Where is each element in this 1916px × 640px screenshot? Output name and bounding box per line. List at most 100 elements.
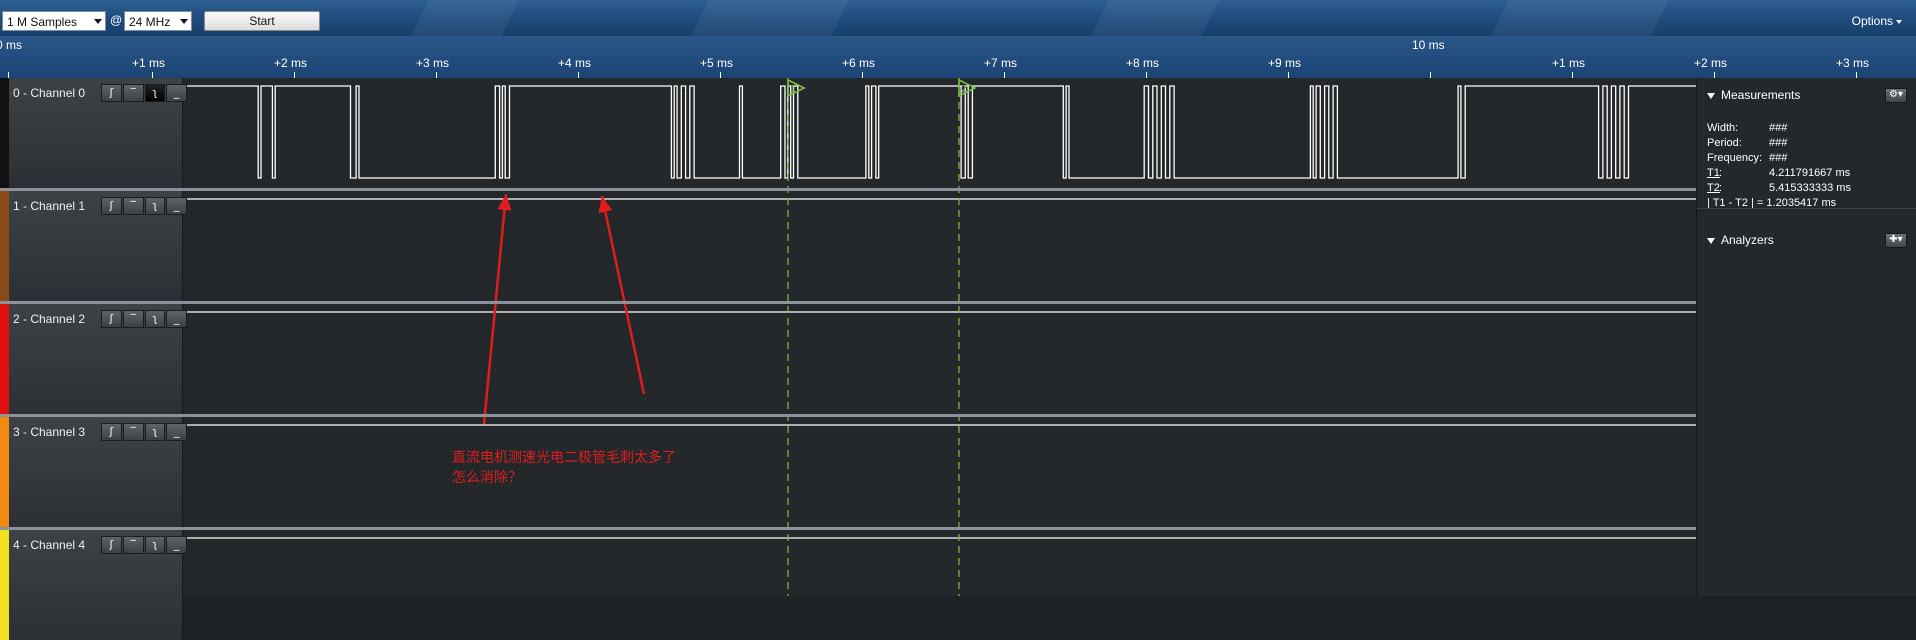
annotation-line-2: 怎么消除？	[452, 470, 522, 486]
chevron-down-icon	[1896, 19, 1902, 24]
trigger-buttons: ʃ ‾ ʅ _	[101, 84, 187, 102]
trigger-falling-edge-icon[interactable]: ʅ	[144, 197, 166, 215]
width-value: ###	[1769, 122, 1788, 134]
chevron-down-icon	[94, 19, 102, 24]
top-toolbar: 1 M Samples @ 24 MHz Start Options	[0, 0, 1916, 36]
trigger-low-icon[interactable]: _	[166, 310, 187, 328]
frequency-measurement: Frequency: ###	[1707, 152, 1787, 164]
trigger-high-icon[interactable]: ‾	[122, 423, 144, 441]
trigger-low-icon[interactable]: _	[166, 197, 187, 215]
annotation-text: 直流电机测速光电二极管毛刺太多了 怎么消除？	[452, 448, 676, 488]
channel-label: 0 - Channel 0	[13, 86, 86, 100]
waveform-canvas: 12	[182, 78, 1696, 596]
channel-divider	[0, 414, 1696, 417]
measurements-title: Measurements	[1721, 88, 1801, 102]
channel-label-panel[interactable]: 1 - Channel 1 ʃ ‾ ʅ _	[9, 191, 187, 301]
ruler-tick-label: +1 ms	[132, 56, 166, 70]
analyzers-header[interactable]: Analyzers	[1707, 233, 1774, 247]
ruler-major-label: 10 ms	[1412, 38, 1445, 52]
channel-label: 4 - Channel 4	[13, 538, 86, 552]
trigger-rising-edge-icon[interactable]: ʃ	[101, 423, 122, 441]
channel-label-panel[interactable]: 0 - Channel 0 ʃ ‾ ʅ _	[9, 78, 187, 188]
period-measurement: Period: ###	[1707, 137, 1787, 149]
trigger-buttons: ʃ ‾ ʅ _	[101, 536, 187, 554]
start-button[interactable]: Start	[204, 11, 320, 31]
trigger-falling-edge-icon[interactable]: ʅ	[144, 423, 166, 441]
at-sign: @	[110, 13, 123, 27]
chevron-down-icon	[180, 19, 188, 24]
period-key: Period:	[1707, 137, 1742, 149]
frequency-value: ###	[1769, 152, 1788, 164]
annotation-arrow	[482, 193, 508, 425]
trigger-buttons: ʃ ‾ ʅ _	[101, 423, 187, 441]
collapse-triangle-icon	[1707, 237, 1715, 244]
channel-label-panel[interactable]: 2 - Channel 2 ʃ ‾ ʅ _	[9, 304, 187, 414]
ruler-tick-label: +1 ms	[1552, 56, 1586, 70]
options-label: Options	[1851, 14, 1893, 28]
trigger-rising-edge-icon[interactable]: ʃ	[101, 310, 122, 328]
annotation-line-1: 直流电机测速光电二极管毛刺太多了	[452, 450, 676, 466]
t1-value: 4.211791667 ms	[1769, 167, 1851, 179]
width-measurement: Width: ###	[1707, 122, 1787, 134]
channel-color-swatch	[0, 530, 9, 640]
ruler-tick-label: +4 ms	[558, 56, 592, 70]
side-panel: Measurements ⚙▾ Width: ### Period: ### Fre…	[1696, 78, 1916, 596]
channel-row: 4 - Channel 4 ʃ ‾ ʅ _	[0, 530, 187, 640]
sample-rate-select[interactable]: 24 MHz	[124, 11, 192, 31]
trigger-falling-edge-icon[interactable]: ʅ	[144, 310, 166, 328]
analyzers-title: Analyzers	[1721, 233, 1774, 247]
ruler-tick-label: +7 ms	[984, 56, 1018, 70]
sample-rate-value: 24 MHz	[129, 15, 171, 29]
sample-count-select[interactable]: 1 M Samples	[2, 11, 106, 31]
channel-divider	[0, 188, 1696, 191]
channel-color-swatch	[0, 304, 9, 414]
channel-color-swatch	[0, 78, 9, 188]
gear-icon[interactable]: ⚙▾	[1885, 88, 1907, 103]
trigger-high-icon[interactable]: ‾	[122, 197, 144, 215]
trigger-high-icon[interactable]: ‾	[122, 536, 144, 554]
channel-label-panel[interactable]: 4 - Channel 4 ʃ ‾ ʅ _	[9, 530, 187, 640]
sample-count-value: 1 M Samples	[7, 15, 78, 29]
ruler-tick-label: +2 ms	[274, 56, 308, 70]
trigger-buttons: ʃ ‾ ʅ _	[101, 310, 187, 328]
timing-marker-label: 2	[961, 84, 967, 95]
trigger-falling-edge-icon[interactable]: ʅ	[144, 536, 166, 554]
add-analyzer-icon[interactable]: ✚▾	[1885, 233, 1907, 248]
channel-row: 1 - Channel 1 ʃ ‾ ʅ _	[0, 191, 187, 301]
channel-color-swatch	[0, 191, 9, 301]
trigger-rising-edge-icon[interactable]: ʃ	[101, 197, 122, 215]
channel-row: 0 - Channel 0 ʃ ‾ ʅ _	[0, 78, 187, 188]
channel-0-signal	[182, 85, 1696, 179]
trigger-high-icon[interactable]: ‾	[122, 84, 144, 102]
trigger-low-icon[interactable]: _	[166, 84, 187, 102]
collapse-triangle-icon	[1707, 92, 1715, 99]
channel-label-panel[interactable]: 3 - Channel 3 ʃ ‾ ʅ _	[9, 417, 187, 527]
channel-label: 2 - Channel 2	[13, 312, 86, 326]
channel-label: 3 - Channel 3	[13, 425, 86, 439]
width-key: Width:	[1707, 122, 1739, 134]
t1-measurement: T1: 4.211791667 ms	[1707, 167, 1851, 179]
panel-divider	[1697, 208, 1916, 209]
channel-divider	[0, 301, 1696, 304]
trigger-rising-edge-icon[interactable]: ʃ	[101, 84, 122, 102]
trigger-low-icon[interactable]: _	[166, 423, 187, 441]
trigger-buttons: ʃ ‾ ʅ _	[101, 197, 187, 215]
trigger-falling-edge-icon[interactable]: ʅ	[144, 84, 166, 102]
measurements-header[interactable]: Measurements	[1707, 88, 1800, 102]
t2-value: 5.415333333 ms	[1769, 182, 1851, 194]
t2-measurement: T2: 5.415333333 ms	[1707, 182, 1851, 194]
ruler-tick-label: +9 ms	[1268, 56, 1302, 70]
background-streak	[1491, 0, 1669, 36]
trigger-high-icon[interactable]: ‾	[122, 310, 144, 328]
background-streak	[411, 0, 519, 36]
ruler-tick-label: +2 ms	[1694, 56, 1728, 70]
trigger-rising-edge-icon[interactable]: ʃ	[101, 536, 122, 554]
time-ruler[interactable]: 0 ms 10 ms +1 ms +2 ms +3 ms +4 ms +5 ms +6 m…	[0, 36, 1916, 78]
channel-color-swatch	[0, 417, 9, 527]
trigger-low-icon[interactable]: _	[166, 536, 187, 554]
arrow-head-icon	[497, 194, 512, 211]
ruler-tick-label: +3 ms	[1836, 56, 1870, 70]
timing-marker-label: 1	[790, 84, 796, 95]
options-button[interactable]: Options	[1852, 14, 1902, 28]
waveform-area[interactable]: 12	[182, 78, 1696, 596]
